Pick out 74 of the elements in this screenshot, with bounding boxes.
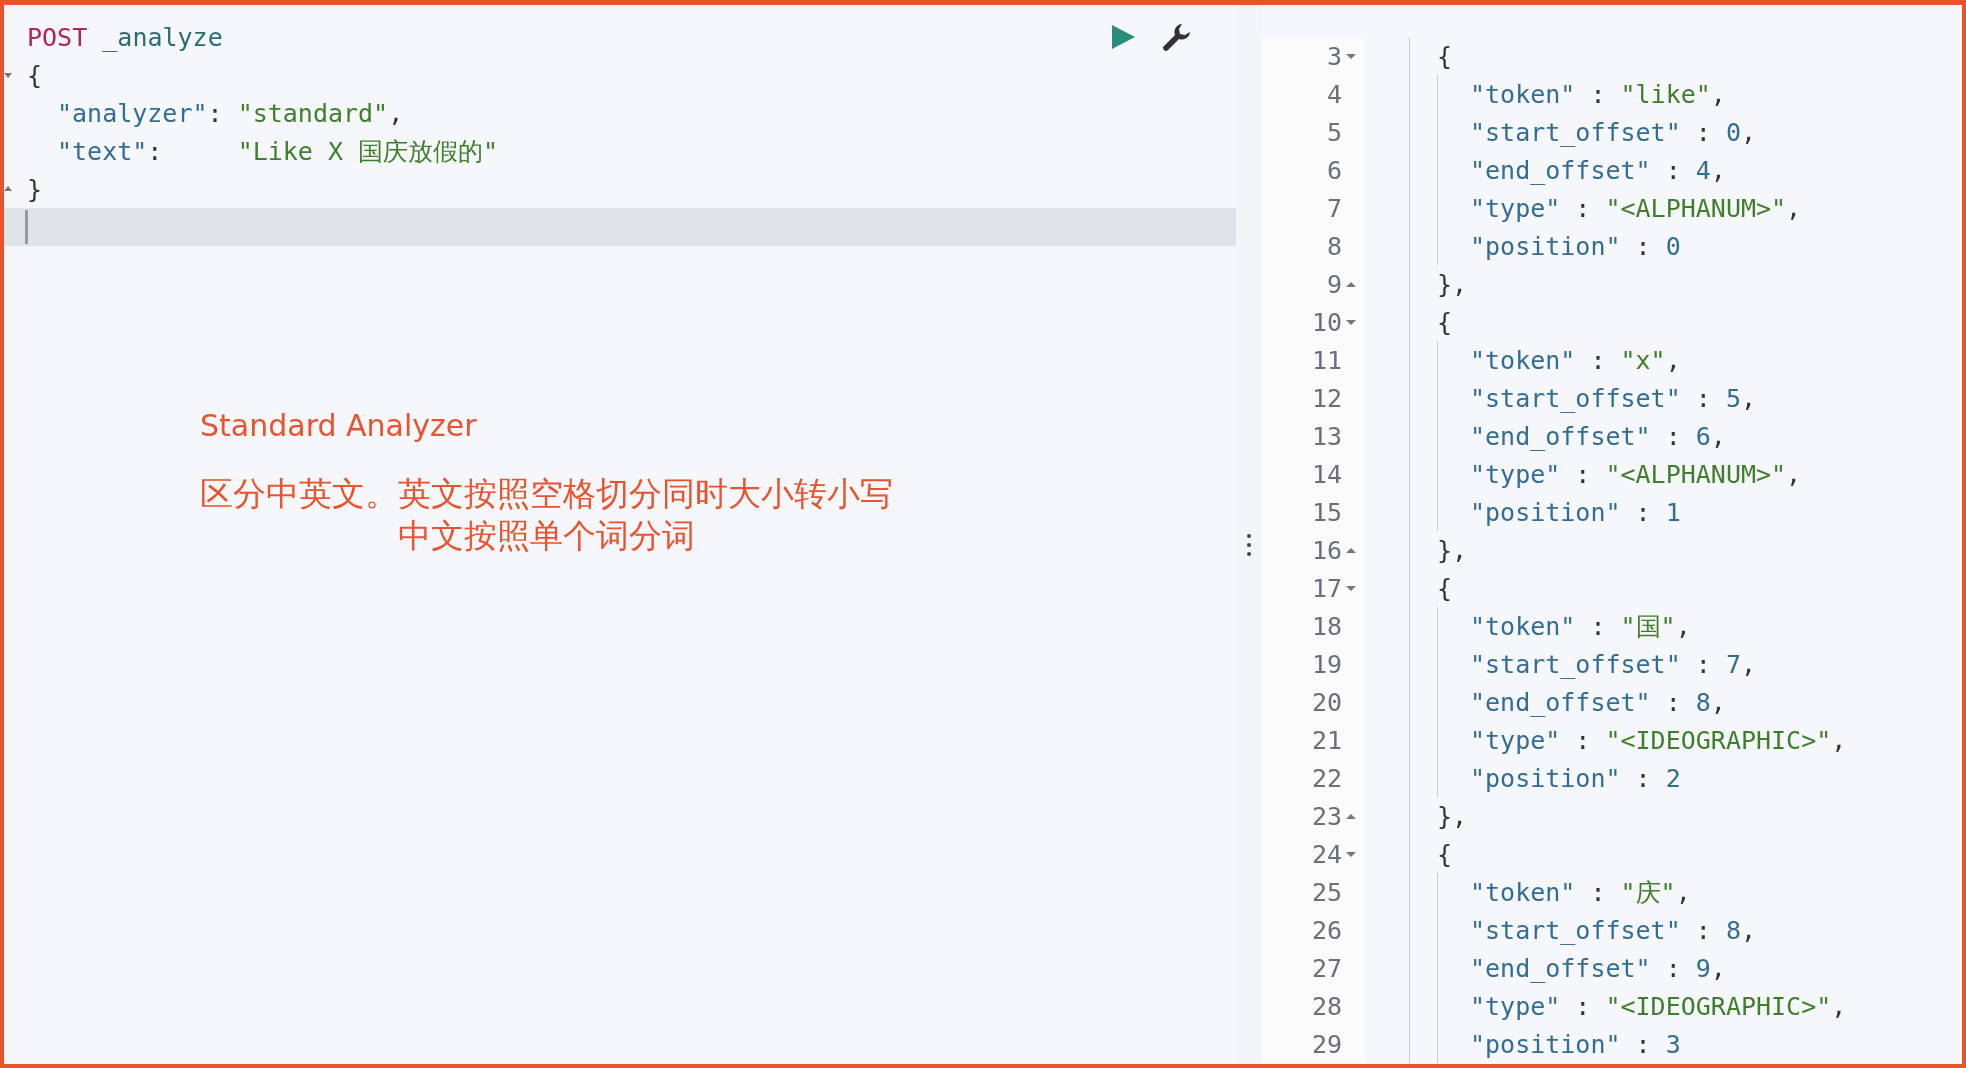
fold-icon[interactable] [1346, 812, 1356, 820]
code-line: { [1437, 307, 1453, 337]
line-number: 16 [1310, 535, 1342, 565]
code-line: "analyzer": "standard", [56, 98, 404, 128]
line-number: 29 [1310, 1029, 1342, 1059]
annotation-text: 中文按照单个词分词 [398, 516, 695, 555]
code-line: }, [1437, 535, 1468, 565]
line-number: 24 [1310, 839, 1342, 869]
fold-icon[interactable] [1346, 280, 1356, 288]
line-number: 4 [1325, 79, 1342, 109]
line-number: 27 [1310, 953, 1342, 983]
line-number: 12 [1310, 383, 1342, 413]
line-number: 17 [1310, 573, 1342, 603]
code-line: "start_offset" : 7, [1470, 649, 1756, 679]
code-line: "position" : 3 [1470, 1029, 1681, 1059]
fold-icon[interactable] [1346, 850, 1356, 858]
code-line: "type" : "<IDEOGRAPHIC>", [1470, 725, 1847, 755]
code-line: "type" : "<IDEOGRAPHIC>", [1470, 991, 1847, 1021]
code-line: }, [1437, 801, 1468, 831]
annotation-text: 区分中英文。英文按照空格切分同时大小转小写 [200, 474, 893, 513]
fold-icon[interactable] [4, 185, 12, 193]
play-icon[interactable] [1110, 24, 1136, 50]
line-number: 20 [1310, 687, 1342, 717]
line-number: 22 [1310, 763, 1342, 793]
code-line: { [1437, 573, 1453, 603]
code-line: "end_offset" : 6, [1470, 421, 1726, 451]
wrench-icon[interactable] [1162, 22, 1192, 52]
code-line: "token" : "庆", [1470, 876, 1691, 909]
code-line: "end_offset" : 4, [1470, 155, 1726, 185]
code-line: { [27, 60, 43, 90]
line-number: 23 [1310, 801, 1342, 831]
line-number: 14 [1310, 459, 1342, 489]
fold-icon[interactable] [1346, 52, 1356, 60]
line-number: 26 [1310, 915, 1342, 945]
code-line: { [1437, 41, 1453, 71]
line-number: 3 [1325, 41, 1342, 71]
line-number: 5 [1325, 117, 1342, 147]
code-line: "position" : 1 [1470, 497, 1681, 527]
line-number: 15 [1310, 497, 1342, 527]
line-number: 21 [1310, 725, 1342, 755]
code-line: "position" : 2 [1470, 763, 1681, 793]
code-line: "text": "Like X 国庆放假的" [56, 135, 499, 168]
line-number: 28 [1310, 991, 1342, 1021]
request-line: POST _analyze [27, 22, 223, 52]
code-line: "token" : "x", [1470, 345, 1681, 375]
code-line: "end_offset" : 9, [1470, 953, 1726, 983]
line-number: 11 [1310, 345, 1342, 375]
line-number: 10 [1310, 307, 1342, 337]
line-number: 18 [1310, 611, 1342, 641]
code-line: "token" : "国", [1470, 610, 1691, 643]
fold-icon[interactable] [1346, 546, 1356, 554]
code-line: "end_offset" : 8, [1470, 687, 1726, 717]
code-line: "type" : "<ALPHANUM>", [1470, 193, 1802, 223]
line-number: 8 [1325, 231, 1342, 261]
code-line: } [27, 174, 43, 204]
code-line: "start_offset" : 0, [1470, 117, 1756, 147]
line-number: 25 [1310, 877, 1342, 907]
line-number: 7 [1325, 193, 1342, 223]
fold-icon[interactable] [4, 71, 12, 79]
code-line: "position" : 0 [1470, 231, 1681, 261]
code-line: "token" : "like", [1470, 79, 1726, 109]
code-line: { [1437, 839, 1453, 869]
code-line: "start_offset" : 5, [1470, 383, 1756, 413]
line-number: 6 [1325, 155, 1342, 185]
resize-handle-icon[interactable] [1246, 532, 1252, 557]
code-line: "type" : "<ALPHANUM>", [1470, 459, 1802, 489]
code-line: }, [1437, 269, 1468, 299]
line-number: 9 [1325, 269, 1342, 299]
fold-icon[interactable] [1346, 584, 1356, 592]
line-number: 13 [1310, 421, 1342, 451]
fold-icon[interactable] [1346, 318, 1356, 326]
code-line: "start_offset" : 8, [1470, 915, 1756, 945]
annotation-title: Standard Analyzer [200, 408, 478, 443]
line-number: 19 [1310, 649, 1342, 679]
